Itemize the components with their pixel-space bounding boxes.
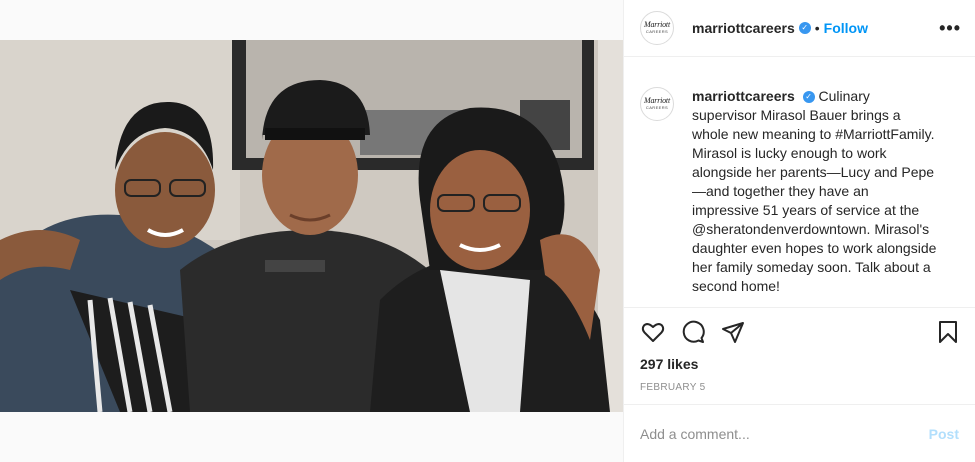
comment-input[interactable]	[640, 425, 929, 442]
post-side-panel: Marriott CAREERS marriottcareers ✓ • Fol…	[623, 0, 975, 462]
caption-avatar[interactable]: Marriott CAREERS	[640, 87, 674, 121]
share-icon[interactable]	[720, 319, 746, 345]
caption-text: marriottcareers ✓ Culinary supervisor Mi…	[692, 87, 938, 307]
post-photo-illustration	[0, 40, 623, 412]
caption-username[interactable]: marriottcareers	[692, 88, 795, 104]
comment-icon[interactable]	[680, 319, 706, 345]
caption-area: Marriott CAREERS marriottcareers ✓ Culin…	[624, 57, 975, 307]
caption-avatar-logo-text: Marriott	[644, 96, 670, 105]
comment-bar: Post	[624, 404, 975, 462]
likes-count[interactable]: 297 likes	[624, 356, 975, 372]
follow-button[interactable]: Follow	[824, 20, 868, 36]
more-options-icon[interactable]: •••	[939, 18, 961, 39]
action-icons-row	[624, 308, 975, 356]
bookmark-icon[interactable]	[935, 319, 961, 345]
header-separator: •	[814, 20, 820, 36]
caption-body: Culinary supervisor Mirasol Bauer brings…	[692, 88, 937, 294]
avatar[interactable]: Marriott CAREERS	[640, 11, 674, 45]
avatar-logo-subtext: CAREERS	[645, 29, 669, 34]
caption-avatar-logo-subtext: CAREERS	[645, 105, 669, 110]
post-comment-button[interactable]: Post	[929, 426, 959, 442]
post-media-area	[0, 0, 623, 462]
caption-verified-badge-icon: ✓	[802, 91, 815, 104]
post-date: FEBRUARY 5	[640, 382, 706, 393]
heart-icon[interactable]	[640, 319, 666, 345]
post-header: Marriott CAREERS marriottcareers ✓ • Fol…	[624, 0, 975, 57]
avatar-logo-text: Marriott	[644, 20, 670, 29]
verified-badge-icon: ✓	[798, 22, 811, 34]
header-username[interactable]: marriottcareers	[692, 20, 795, 36]
post-photo[interactable]	[0, 40, 623, 412]
